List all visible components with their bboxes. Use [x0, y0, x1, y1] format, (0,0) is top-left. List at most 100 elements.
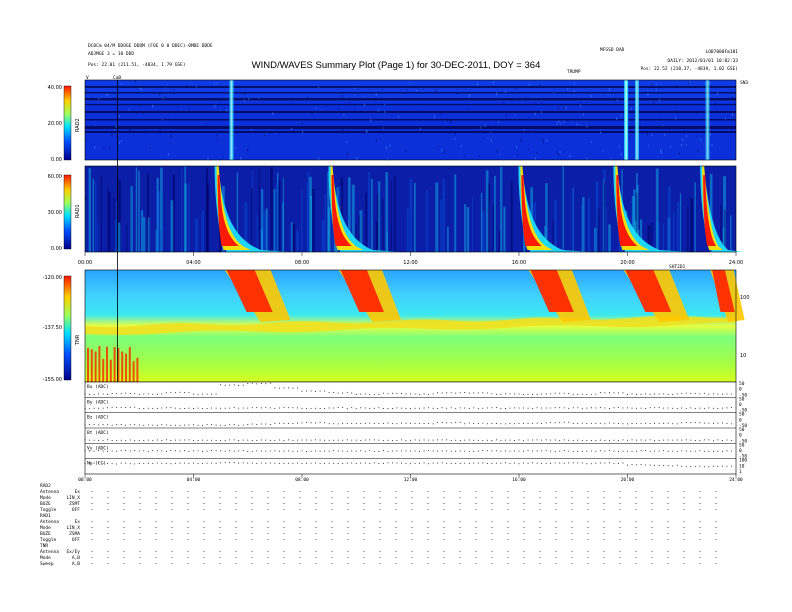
footer-dot — [315, 563, 317, 564]
anc-point-5 — [179, 462, 181, 464]
anc-point-4 — [604, 450, 606, 452]
anc-point-0 — [473, 392, 475, 394]
footer-dot — [171, 551, 173, 552]
anc-point-4 — [410, 450, 411, 452]
footer-dot — [251, 539, 253, 540]
anc-point-1 — [663, 407, 665, 409]
rad2-speckle — [375, 102, 377, 104]
anc-point-3 — [595, 439, 597, 441]
anc-point-3 — [604, 440, 606, 442]
footer-dot — [219, 509, 221, 510]
rad2-speckle — [90, 97, 92, 99]
anc-point-5 — [446, 463, 448, 465]
anc-point-3 — [93, 439, 95, 441]
anc-point-0 — [455, 392, 457, 394]
anc-point-4 — [640, 450, 642, 452]
footer-dot — [587, 503, 589, 504]
footer-dot — [523, 503, 525, 504]
rad2-speckle — [85, 90, 87, 93]
footer-dot — [219, 491, 221, 492]
footer-dot — [427, 551, 429, 552]
footer-dot — [315, 509, 317, 510]
anc-point-0 — [170, 391, 172, 393]
anc-point-2 — [215, 424, 217, 426]
anc-point-2 — [360, 423, 362, 425]
footer-dot — [363, 497, 365, 498]
anc-point-3 — [391, 440, 393, 442]
anc-point-0 — [351, 392, 353, 394]
anc-point-3 — [631, 439, 633, 441]
footer-dot — [651, 539, 653, 540]
footer-dot — [395, 539, 397, 540]
anc-point-2 — [165, 424, 167, 426]
anc-point-1 — [310, 407, 312, 409]
rad2-speckle — [541, 102, 543, 105]
anc-point-2 — [414, 422, 416, 424]
rad2-speckle — [711, 144, 713, 147]
anc-point-5 — [608, 462, 610, 464]
rad2-speckle — [539, 84, 541, 87]
anc-point-1 — [107, 407, 109, 409]
footer-dot — [491, 497, 493, 498]
footer-dot — [507, 503, 509, 504]
anc-point-4 — [296, 450, 298, 452]
anc-point-1 — [627, 407, 628, 409]
footer-dot — [651, 557, 653, 558]
rad1-streak — [292, 223, 296, 252]
anc-point-3 — [319, 439, 321, 441]
rad2-speckle — [506, 114, 508, 117]
footer-dot — [251, 551, 253, 552]
anc-point-2 — [197, 424, 199, 426]
anc-point-2 — [617, 422, 619, 424]
footer-dot — [331, 551, 333, 552]
anc-point-0 — [590, 393, 592, 395]
anc-point-1 — [364, 407, 366, 409]
footer-dot — [331, 533, 333, 534]
anc-point-4 — [98, 450, 100, 452]
footer-dot — [699, 563, 701, 564]
rad2-speckle — [109, 146, 111, 150]
footer-dot — [587, 521, 589, 522]
anc-point-1 — [414, 407, 416, 409]
footer-dot — [347, 521, 349, 522]
anc-point-0 — [310, 390, 312, 392]
anc-point-4 — [229, 450, 231, 452]
rad2-speckle — [454, 137, 456, 141]
tnr-ytick-0: -120.00 — [43, 275, 62, 281]
anc-point-4 — [486, 450, 488, 452]
anc-point-4 — [708, 450, 710, 452]
anc-point-4 — [274, 450, 276, 452]
anc-point-4 — [617, 450, 619, 452]
footer-dot — [619, 503, 621, 504]
footer-dot — [395, 551, 397, 552]
rad2-burst-core-3 — [706, 80, 709, 160]
anc-point-2 — [134, 424, 136, 426]
rad2-speckle — [590, 94, 592, 98]
anc-point-1 — [541, 407, 543, 409]
anc-point-2 — [513, 423, 515, 425]
anc-point-2 — [423, 422, 425, 424]
anc-point-1 — [419, 407, 421, 409]
rad2-speckle — [630, 106, 632, 110]
anc-point-1 — [563, 407, 565, 409]
anc-point-2 — [599, 422, 601, 424]
anc-point-1 — [147, 407, 149, 409]
footer-dot — [635, 527, 637, 528]
footer-dot — [651, 563, 653, 564]
rad2-speckle — [419, 127, 421, 130]
rad1-xtick-label-2: 08:00 — [295, 260, 309, 266]
anc-point-1 — [699, 407, 701, 409]
footer-dot — [267, 539, 269, 540]
anc-point-0 — [84, 393, 86, 395]
anc-point-2 — [541, 423, 543, 425]
footer-dot — [555, 533, 557, 534]
anc-point-4 — [459, 450, 461, 452]
anc-point-2 — [102, 423, 104, 425]
rad2-speckle — [111, 133, 113, 137]
anc-point-4 — [536, 450, 538, 452]
anc-point-3 — [238, 440, 240, 442]
anc-point-2 — [649, 422, 651, 424]
rad1-xtick-label-4: 16:00 — [512, 260, 526, 266]
anc-point-0 — [694, 393, 696, 395]
anc-point-0 — [342, 392, 344, 394]
